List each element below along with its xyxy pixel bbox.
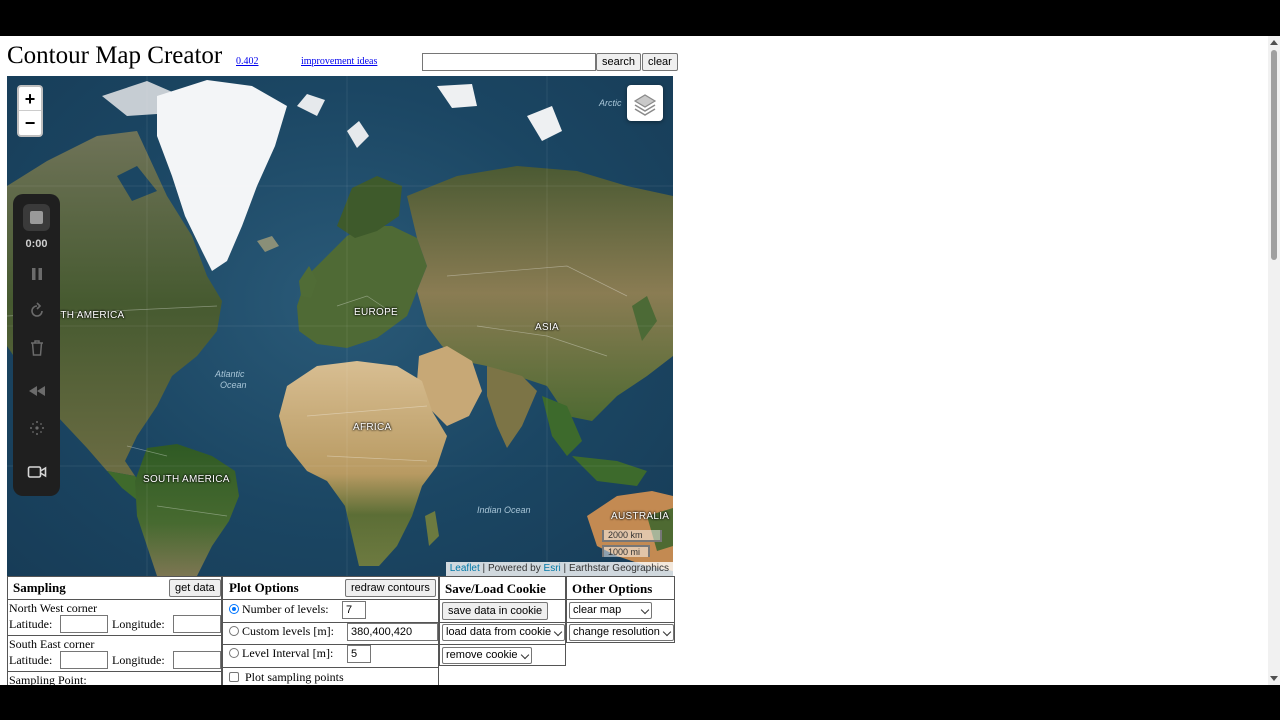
- zoom-control: + −: [17, 85, 43, 137]
- custom-levels-input[interactable]: [347, 623, 438, 641]
- se-latitude-label: Latitude:: [9, 653, 53, 667]
- stop-icon: [30, 211, 43, 224]
- chevron-down-icon: [640, 605, 650, 615]
- load-cookie-value: load data from cookie: [446, 626, 552, 638]
- nw-latitude-input[interactable]: [60, 615, 108, 633]
- vertical-scrollbar[interactable]: [1268, 36, 1280, 685]
- se-corner-label: South East corner: [9, 637, 95, 651]
- se-longitude-label: Longitude:: [112, 653, 165, 667]
- sampling-title: Sampling: [13, 580, 66, 595]
- stop-button[interactable]: [23, 204, 50, 231]
- zoom-out-button[interactable]: −: [19, 111, 41, 135]
- clear-map-value: clear map: [573, 604, 622, 616]
- layers-icon: [633, 94, 657, 116]
- map-attribution: Leaflet | Powered by Esri | Earthstar Ge…: [445, 562, 673, 576]
- nw-corner-label: North West corner: [9, 601, 98, 615]
- search-button[interactable]: search: [596, 53, 642, 71]
- number-of-levels-input[interactable]: [342, 601, 366, 619]
- chevron-down-icon: [553, 627, 563, 637]
- chevron-down-icon: [662, 627, 672, 637]
- plot-sampling-points-label: Plot sampling points: [245, 670, 344, 684]
- cookie-panel: Save/Load Cookie save data in cookie loa…: [439, 576, 566, 666]
- nw-longitude-input[interactable]: [173, 615, 221, 633]
- satellite-basemap: [7, 76, 673, 576]
- change-resolution-select[interactable]: change resolution: [569, 624, 674, 641]
- change-resolution-value: change resolution: [573, 626, 660, 638]
- improvement-ideas-link[interactable]: improvement ideas: [301, 56, 377, 67]
- se-latitude-input[interactable]: [60, 651, 108, 669]
- scale-mi: 1000 mi: [602, 545, 650, 557]
- clear-map-select[interactable]: clear map: [569, 602, 652, 619]
- restart-icon[interactable]: [28, 302, 46, 320]
- label-arctic: Arctic: [599, 98, 622, 108]
- label-south-america: SOUTH AMERICA: [143, 474, 230, 485]
- plot-options-title: Plot Options: [229, 580, 299, 595]
- page-title: Contour Map Creator: [7, 42, 223, 69]
- level-interval-input[interactable]: [347, 645, 371, 663]
- label-indian-ocean: Indian Ocean: [477, 505, 531, 515]
- sampling-panel: Sampling get data North West corner Lati…: [7, 576, 222, 685]
- se-longitude-input[interactable]: [173, 651, 221, 669]
- camera-icon[interactable]: [27, 464, 47, 480]
- rewind-icon[interactable]: [27, 384, 47, 398]
- scroll-down-icon[interactable]: [1270, 676, 1278, 681]
- chevron-down-icon: [520, 650, 530, 660]
- page: Contour Map Creator 0.402 improvement id…: [0, 36, 1268, 685]
- label-europe: EUROPE: [354, 307, 399, 318]
- other-options-panel: Other Options clear map change resolutio…: [566, 576, 675, 643]
- cookie-title: Save/Load Cookie: [445, 581, 546, 596]
- nw-latitude-label: Latitude:: [9, 617, 53, 631]
- get-data-button[interactable]: get data: [169, 579, 221, 597]
- layers-button[interactable]: [627, 85, 663, 121]
- sparkle-icon[interactable]: [28, 419, 46, 437]
- scale-km: 2000 km: [602, 530, 662, 542]
- recording-timer: 0:00: [25, 238, 48, 250]
- version-link[interactable]: 0.402: [236, 56, 259, 67]
- label-atlantic: Atlantic: [215, 369, 245, 379]
- powered-by-text: Powered by: [487, 563, 541, 574]
- sampling-point-label: Sampling Point:: [9, 673, 87, 685]
- label-africa: AFRICA: [353, 422, 392, 433]
- scroll-thumb[interactable]: [1271, 50, 1277, 260]
- clear-button[interactable]: clear: [642, 53, 678, 71]
- screen-recorder-toolbar: 0:00: [13, 194, 60, 496]
- number-of-levels-label: Number of levels:: [242, 602, 329, 616]
- label-north-america: RTH AMERICA: [53, 310, 125, 321]
- label-asia: ASIA: [535, 322, 559, 333]
- trash-icon[interactable]: [29, 339, 45, 357]
- custom-levels-label: Custom levels [m]:: [242, 624, 334, 638]
- zoom-in-button[interactable]: +: [19, 87, 41, 111]
- pause-icon[interactable]: [29, 266, 45, 282]
- level-interval-label: Level Interval [m]:: [242, 646, 334, 660]
- plot-options-panel: Plot Options redraw contours Number of l…: [222, 576, 439, 685]
- load-cookie-select[interactable]: load data from cookie: [442, 624, 565, 641]
- plot-sampling-points-checkbox[interactable]: [229, 672, 239, 682]
- remove-cookie-select[interactable]: remove cookie: [442, 647, 532, 664]
- label-atlantic-ocean: Ocean: [220, 380, 247, 390]
- remove-cookie-value: remove cookie: [446, 649, 518, 661]
- save-cookie-button[interactable]: save data in cookie: [442, 602, 549, 620]
- custom-levels-radio[interactable]: [229, 626, 239, 636]
- redraw-contours-button[interactable]: redraw contours: [345, 579, 436, 597]
- level-interval-radio[interactable]: [229, 648, 239, 658]
- leaflet-link[interactable]: Leaflet: [450, 563, 480, 574]
- esri-link[interactable]: Esri: [544, 563, 561, 574]
- label-australia: AUSTRALIA: [611, 511, 670, 522]
- search-input[interactable]: [422, 53, 596, 71]
- scroll-up-icon[interactable]: [1270, 40, 1278, 45]
- bottom-black-bar: [0, 685, 1280, 720]
- nw-longitude-label: Longitude:: [112, 617, 165, 631]
- map[interactable]: + − RTH AMERICA EUROPE ASIA AFRICA SOUTH…: [7, 76, 673, 576]
- other-options-title: Other Options: [572, 581, 653, 596]
- source-text: Earthstar Geographics: [568, 563, 669, 574]
- top-black-bar: [0, 0, 1280, 36]
- number-of-levels-radio[interactable]: [229, 604, 239, 614]
